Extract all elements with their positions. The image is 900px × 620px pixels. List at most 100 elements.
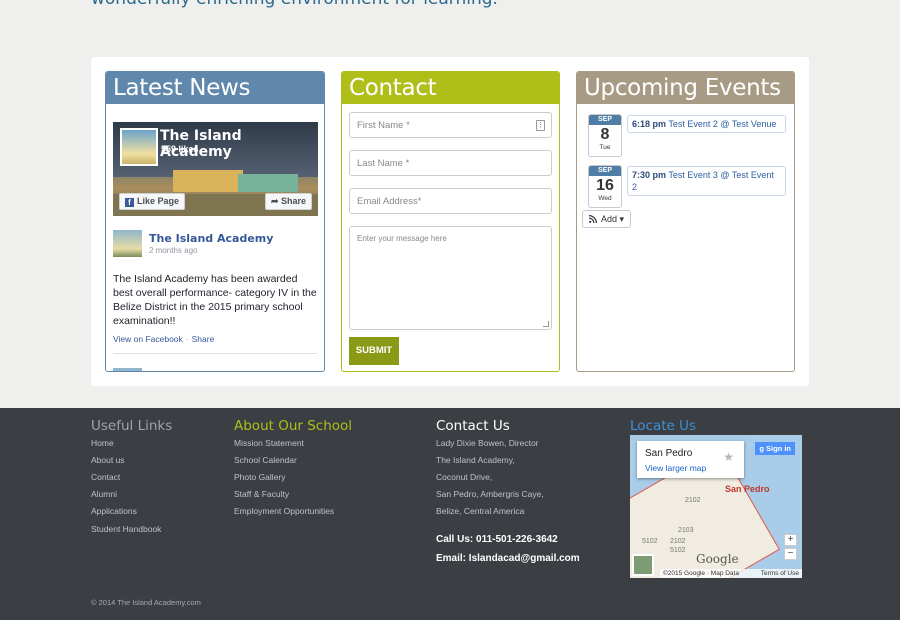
post-body-text: The Island Academy has been awarded best… bbox=[113, 273, 317, 327]
rss-icon bbox=[589, 215, 597, 223]
event-date-badge: SEP 16 Wed bbox=[588, 165, 622, 208]
event-day: 8 bbox=[600, 126, 610, 143]
view-larger-map-link[interactable]: View larger map bbox=[645, 463, 706, 473]
facebook-page-avatar[interactable] bbox=[120, 128, 158, 166]
footer-link-staff[interactable]: Staff & Faculty bbox=[234, 489, 289, 499]
footer-link-about[interactable]: About us bbox=[91, 455, 125, 465]
email-placeholder: Email Address* bbox=[357, 196, 422, 207]
about-school-title: About Our School bbox=[234, 418, 353, 434]
hero-text: wonderfully enriching environment for le… bbox=[91, 0, 498, 9]
first-name-field[interactable]: First Name * ⋮ bbox=[349, 112, 552, 138]
event-item[interactable]: 6:18 pm Test Event 2 @ Test Venue bbox=[627, 115, 786, 133]
footer-link-home[interactable]: Home bbox=[91, 438, 114, 448]
message-textarea[interactable]: Enter your message here bbox=[349, 226, 552, 330]
map-city-label: San Pedro bbox=[725, 484, 770, 494]
contact-email[interactable]: Email: Islandacad@gmail.com bbox=[436, 553, 580, 564]
view-on-facebook-link[interactable]: View on Facebook bbox=[113, 334, 183, 344]
map-info-popup: San Pedro View larger map ★ bbox=[637, 441, 744, 478]
content-card: Latest News The Island Academy 559 likes… bbox=[91, 57, 809, 386]
contact-line: Coconut Drive, bbox=[436, 472, 493, 482]
last-name-field[interactable]: Last Name * bbox=[349, 150, 552, 176]
event-weekday: Tue bbox=[599, 144, 611, 151]
footer-link-calendar[interactable]: School Calendar bbox=[234, 455, 297, 465]
event-date-badge: SEP 8 Tue bbox=[588, 114, 622, 157]
email-field[interactable]: Email Address* bbox=[349, 188, 552, 214]
post-author-avatar[interactable] bbox=[113, 230, 142, 257]
event-time: 6:18 pm bbox=[632, 119, 667, 129]
terms-of-use-link[interactable]: Terms of Use bbox=[761, 569, 799, 578]
facebook-page-cover[interactable]: The Island Academy 559 likes f Like Page … bbox=[113, 122, 318, 216]
map-data-text: ©2015 Google · Map Data bbox=[663, 570, 739, 577]
event-day: 16 bbox=[596, 177, 614, 194]
facebook-likes-count: 559 likes bbox=[161, 144, 199, 154]
map-road-number: 2103 bbox=[678, 527, 694, 534]
footer-link-employment[interactable]: Employment Opportunities bbox=[234, 506, 334, 516]
post-actions: View on Facebook · Share bbox=[113, 334, 214, 344]
save-star-icon[interactable]: ★ bbox=[723, 450, 734, 464]
useful-links-title: Useful Links bbox=[91, 418, 173, 434]
footer-link-gallery[interactable]: Photo Gallery bbox=[234, 472, 286, 482]
map-sign-in-button[interactable]: g Sign in bbox=[755, 442, 795, 455]
like-page-button[interactable]: f Like Page bbox=[119, 193, 186, 210]
zoom-out-button[interactable]: − bbox=[784, 548, 797, 560]
event-month: SEP bbox=[589, 115, 621, 125]
location-map[interactable]: 2102 2103 5102 5102 2102 San Pedro San P… bbox=[630, 435, 802, 578]
copyright-text: © 2014 The Island Academy.com bbox=[91, 598, 201, 607]
satellite-toggle[interactable] bbox=[632, 554, 654, 576]
site-footer: Useful Links Home About us Contact Alumn… bbox=[0, 408, 900, 620]
contact-admissions-title: Contact Admissions bbox=[342, 72, 559, 133]
upcoming-events-panel: Upcoming Events SEP 8 Tue 6:18 pm Test E… bbox=[576, 71, 795, 372]
locate-us-title: Locate Us bbox=[630, 418, 697, 434]
post-divider bbox=[113, 353, 317, 354]
caret-down-icon: ▾ bbox=[617, 214, 625, 224]
sign-in-label: Sign in bbox=[766, 444, 791, 453]
separator-dot: · bbox=[185, 334, 189, 344]
event-weekday: Wed bbox=[598, 195, 612, 202]
post-share-link[interactable]: Share bbox=[192, 334, 215, 344]
contact-admissions-panel: Contact Admissions First Name * ⋮ Last N… bbox=[341, 71, 560, 372]
google-logo: Google bbox=[696, 552, 739, 566]
message-placeholder: Enter your message here bbox=[357, 234, 447, 243]
post-timestamp[interactable]: 2 months ago bbox=[149, 246, 197, 255]
share-button[interactable]: ➦ Share bbox=[264, 193, 312, 210]
footer-link-alumni[interactable]: Alumni bbox=[91, 489, 117, 499]
share-label: Share bbox=[280, 196, 306, 206]
map-road-number: 5102 bbox=[670, 547, 686, 554]
add-label: Add bbox=[601, 214, 618, 224]
next-post-avatar[interactable] bbox=[113, 368, 142, 371]
map-road-number: 5102 bbox=[642, 538, 658, 545]
contact-line: The Island Academy, bbox=[436, 455, 515, 465]
add-to-calendar-button[interactable]: Add ▾ bbox=[582, 210, 631, 228]
latest-news-panel: Latest News The Island Academy 559 likes… bbox=[105, 71, 325, 372]
post-author-name[interactable]: The Island Academy bbox=[149, 232, 273, 245]
event-item[interactable]: 7:30 pm Test Event 3 @ Test Event 2 bbox=[627, 166, 786, 196]
map-road-number: 2102 bbox=[670, 538, 686, 545]
zoom-in-button[interactable]: + bbox=[784, 534, 797, 546]
event-month: SEP bbox=[589, 166, 621, 176]
share-arrow-icon: ➦ bbox=[270, 196, 281, 206]
event-time: 7:30 pm bbox=[632, 170, 667, 180]
resize-grip-icon[interactable] bbox=[543, 321, 549, 327]
footer-link-contact[interactable]: Contact bbox=[91, 472, 120, 482]
first-name-placeholder: First Name * bbox=[357, 120, 410, 131]
contact-line: Belize, Central America bbox=[436, 506, 525, 516]
footer-link-handbook[interactable]: Student Handbook bbox=[91, 524, 161, 534]
password-manager-icon[interactable]: ⋮ bbox=[536, 120, 545, 131]
contact-phone[interactable]: Call Us: 011-501-226-3642 bbox=[436, 534, 558, 545]
contact-line: San Pedro, Ambergris Caye, bbox=[436, 489, 544, 499]
event-title: Test Event 2 @ Test Venue bbox=[668, 119, 777, 129]
latest-news-title: Latest News bbox=[106, 72, 324, 104]
footer-link-mission[interactable]: Mission Statement bbox=[234, 438, 304, 448]
like-page-label: Like Page bbox=[137, 196, 180, 206]
footer-link-applications[interactable]: Applications bbox=[91, 506, 137, 516]
google-g-icon: g bbox=[759, 444, 766, 453]
last-name-placeholder: Last Name * bbox=[357, 158, 410, 169]
map-road-number: 2102 bbox=[685, 497, 701, 504]
contact-us-title: Contact Us bbox=[436, 418, 510, 434]
map-attribution: ©2015 Google · Map Data Terms of Use bbox=[660, 569, 802, 578]
facebook-icon: f bbox=[125, 198, 134, 207]
upcoming-events-title: Upcoming Events bbox=[577, 72, 794, 104]
submit-button[interactable]: SUBMIT bbox=[349, 337, 399, 365]
contact-line: Lady Dixie Bowen, Director bbox=[436, 438, 539, 448]
map-popup-title: San Pedro bbox=[645, 448, 693, 459]
